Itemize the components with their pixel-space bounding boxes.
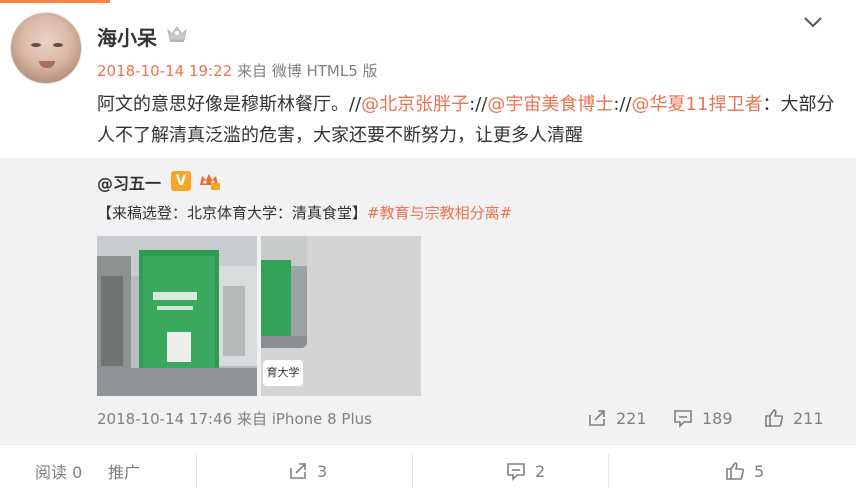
member-badge-icon [200, 174, 220, 190]
comment-button[interactable]: 2 [505, 458, 545, 484]
repost-share-count: 221 [616, 408, 647, 428]
mention-link[interactable]: @宇宙美食博士 [487, 94, 613, 115]
mention-link[interactable]: @北京张胖子 [361, 94, 469, 115]
repost-photo-1[interactable] [97, 236, 257, 396]
post-username[interactable]: 海小呆 [97, 22, 157, 51]
crown-icon [167, 26, 187, 42]
photo-1-image [97, 236, 257, 396]
bottom-divider [196, 454, 197, 488]
comment-icon [507, 463, 525, 481]
promote-button[interactable]: 推广 [108, 458, 140, 484]
post-text-segment: :// [469, 94, 488, 115]
read-count: 阅读 0 [35, 463, 83, 482]
repost-like-count: 211 [793, 408, 824, 428]
avatar[interactable] [10, 12, 82, 84]
share-icon [589, 410, 605, 426]
post-text-segment: :// [613, 94, 632, 115]
avatar-eye-left [31, 43, 41, 47]
share-icon [290, 463, 306, 479]
repost-comment-button[interactable]: 189 [672, 406, 733, 430]
photo-2-thumbnail [261, 236, 307, 348]
post-source: 来自 微博 HTML5 版 [236, 62, 378, 80]
avatar-mouth [39, 61, 55, 68]
repost-like-button[interactable]: 211 [763, 406, 824, 430]
post-meta: 2018-10-14 19:22 来自 微博 HTML5 版 [97, 60, 378, 81]
repost-author[interactable]: @习五一 [97, 170, 161, 194]
share-count: 3 [317, 461, 328, 481]
like-icon [765, 409, 784, 427]
repost-footer: 2018-10-14 17:46 来自 iPhone 8 Plus [97, 408, 372, 429]
avatar-eye-right [53, 43, 63, 47]
repost-text: 【来稿选登：北京体育大学：清真食堂】#教育与宗教相分离# [97, 202, 512, 223]
comment-count: 2 [535, 461, 546, 481]
like-count: 5 [754, 461, 765, 481]
like-button[interactable]: 5 [724, 458, 764, 484]
bottom-divider [608, 454, 609, 488]
like-icon [726, 462, 745, 480]
topic-link[interactable]: #教育与宗教相分离# [367, 204, 512, 222]
post-text-segment: 阿文的意思好像是穆斯林餐厅。// [97, 94, 362, 115]
mention-link[interactable]: @华夏11捍卫者 [632, 94, 763, 115]
share-button[interactable]: 3 [287, 458, 327, 484]
chevron-down-icon[interactable] [800, 12, 826, 32]
comment-icon [674, 410, 692, 428]
weibo-post-card: 海小呆 2018-10-14 19:22 来自 微博 HTML5 版 阿文的意思… [0, 0, 856, 500]
repost-footer-time[interactable]: 2018-10-14 17:46 [97, 410, 232, 428]
repost-comment-count: 189 [702, 408, 733, 428]
bottom-divider [412, 454, 413, 488]
repost-photo-2[interactable]: 育大学 [261, 236, 421, 396]
repost-text-plain: 【来稿选登：北京体育大学：清真食堂】 [97, 204, 368, 222]
verified-badge-icon: V [171, 171, 191, 191]
post-text: 阿文的意思好像是穆斯林餐厅。//@北京张胖子://@宇宙美食博士://@华夏11… [97, 89, 837, 151]
repost-share-button[interactable]: 221 [586, 406, 647, 430]
photo-2-label: 育大学 [263, 360, 303, 386]
post-timestamp[interactable]: 2018-10-14 19:22 [97, 62, 232, 80]
top-accent-bar [0, 0, 110, 3]
repost-footer-source: 来自 iPhone 8 Plus [236, 410, 372, 428]
